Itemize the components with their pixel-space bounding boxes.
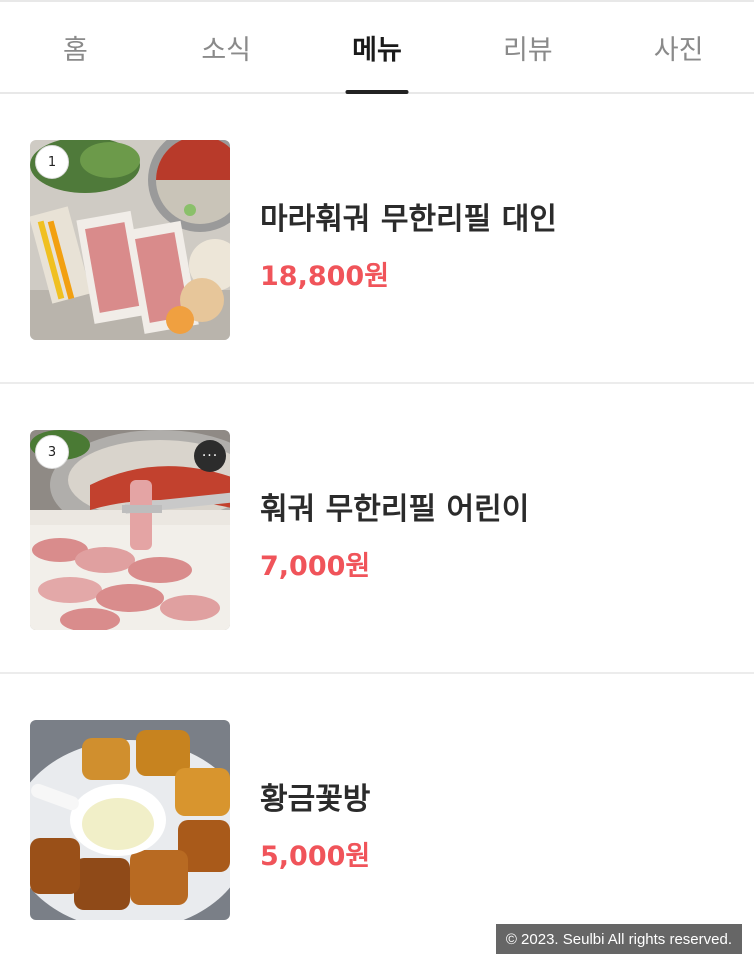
menu-photo-fried-bread[interactable] [30, 720, 230, 920]
menu-photo-sliced-meat[interactable]: 3 ··· [30, 430, 230, 630]
tab-reviews[interactable]: 리뷰 [452, 2, 603, 92]
fried-bread-image [30, 720, 230, 920]
menu-photo-hotpot-platter[interactable]: 1 [30, 140, 230, 340]
menu-item[interactable]: 3 ··· 훠궈 무한리필 어린이 7,000원 [0, 384, 754, 674]
tab-bar: 홈 소식 메뉴 리뷰 사진 [0, 0, 754, 94]
menu-list: 1 마라훠궈 무한리필 대인 18,800원 3 ··· 훠궈 무한리필 어린이… [0, 94, 754, 964]
menu-item[interactable]: 1 마라훠궈 무한리필 대인 18,800원 [0, 94, 754, 384]
menu-item-price: 18,800원 [260, 261, 390, 292]
menu-item-price: 5,000원 [260, 841, 371, 872]
tab-photos[interactable]: 사진 [603, 2, 754, 92]
more-options-icon[interactable]: ··· [194, 440, 226, 472]
menu-item-name[interactable]: 황금꽃방 [260, 774, 370, 818]
tab-home[interactable]: 홈 [0, 2, 151, 92]
tab-menu[interactable]: 메뉴 [302, 2, 453, 92]
menu-item-name[interactable]: 마라훠궈 무한리필 대인 [260, 194, 557, 238]
menu-item[interactable]: 황금꽃방 5,000원 [0, 674, 754, 964]
menu-item-name[interactable]: 훠궈 무한리필 어린이 [260, 484, 529, 528]
rank-badge: 1 [35, 145, 69, 179]
copyright-notice: © 2023. Seulbi All rights reserved. [495, 924, 742, 954]
rank-badge: 3 [35, 435, 69, 469]
menu-item-price: 7,000원 [260, 551, 371, 582]
tab-news[interactable]: 소식 [151, 2, 302, 92]
